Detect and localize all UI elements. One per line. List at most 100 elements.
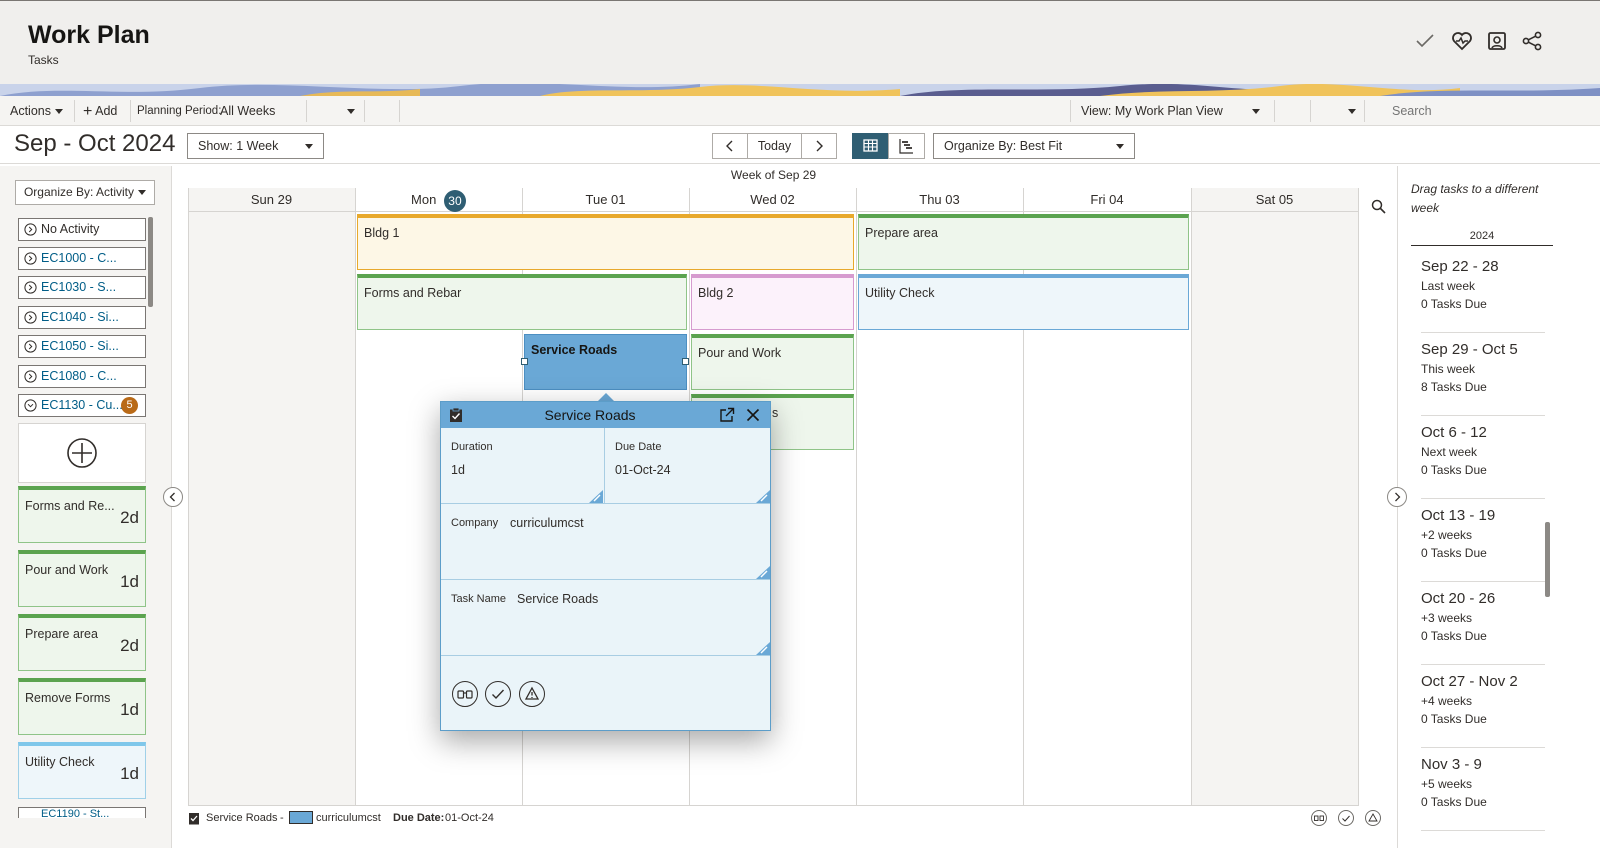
warning-icon[interactable] xyxy=(1365,810,1381,826)
page-title: Work Plan xyxy=(28,21,150,49)
company-value: curriculumcst xyxy=(510,516,584,530)
collapse-right-button[interactable] xyxy=(1387,487,1407,507)
organize-by-label: Organize By: Best Fit xyxy=(944,139,1063,153)
week-item-sep22[interactable]: Sep 22 - 28 Last week 0 Tasks Due xyxy=(1421,250,1545,333)
status-footer: Service Roads - curriculumcst Due Date: … xyxy=(188,808,1388,828)
year-label: 2024 xyxy=(1411,230,1553,246)
collapse-left-button[interactable] xyxy=(163,487,183,507)
task-bar-bldg2[interactable]: Bldg 2 xyxy=(691,274,854,330)
week-range: Oct 20 - 26 xyxy=(1421,590,1496,607)
week-relative: +5 weeks xyxy=(1421,777,1473,791)
complete-check-icon[interactable] xyxy=(485,681,511,707)
open-external-icon[interactable] xyxy=(719,407,735,423)
add-circle-icon xyxy=(67,438,97,468)
search-input[interactable] xyxy=(1392,100,1592,122)
week-relative: +4 weeks xyxy=(1421,694,1473,708)
organize-by-select[interactable]: Organize By: Best Fit xyxy=(933,133,1135,159)
day-header-fri: Fri 04 xyxy=(1023,188,1191,212)
add-task-button[interactable] xyxy=(18,423,146,483)
activity-item-ec1000[interactable]: EC1000 - C... xyxy=(18,247,146,270)
actions-menu[interactable]: Actions xyxy=(10,96,63,126)
week-relative: Next week xyxy=(1421,445,1478,459)
task-popup: Service Roads Duration 1d Due Date 01-Oc… xyxy=(440,401,771,731)
week-scrollbar[interactable] xyxy=(1545,522,1550,597)
activity-item-ec1030[interactable]: EC1030 - S... xyxy=(18,276,146,299)
link-menu-caret[interactable] xyxy=(343,96,355,126)
activity-item-ec1080[interactable]: EC1080 - C... xyxy=(18,365,146,388)
activity-item-ec1190[interactable]: EC1190 - St... xyxy=(18,807,146,818)
gantt-view-icon[interactable] xyxy=(888,133,925,159)
week-task-count: 0 Tasks Due xyxy=(1421,712,1487,726)
activity-item-no-activity[interactable]: No Activity xyxy=(18,218,146,241)
binoculars-icon[interactable] xyxy=(1311,810,1327,826)
week-range: Oct 27 - Nov 2 xyxy=(1421,673,1518,690)
company-field[interactable]: Company curriculumcst xyxy=(441,504,770,580)
close-icon[interactable] xyxy=(746,408,760,422)
week-item-sep29[interactable]: Sep 29 - Oct 5 This week 8 Tasks Due xyxy=(1421,333,1545,416)
organize-by-activity-button[interactable]: Organize By: Activity xyxy=(15,180,155,205)
week-item-oct20[interactable]: Oct 20 - 26 +3 weeks 0 Tasks Due xyxy=(1421,582,1545,665)
day-header-mon: Mon 30 xyxy=(355,188,522,212)
due-date-field[interactable]: Due Date 01-Oct-24 xyxy=(605,428,770,504)
day-header-sun: Sun 29 xyxy=(188,188,355,212)
task-bar-bldg1[interactable]: Bldg 1 xyxy=(357,214,854,270)
today-button[interactable]: Today xyxy=(747,133,802,159)
activity-scrollbar[interactable] xyxy=(148,217,153,307)
resize-handle-right[interactable] xyxy=(682,358,689,365)
chevron-right-circle-icon xyxy=(24,252,37,265)
resize-handle-left[interactable] xyxy=(521,358,528,365)
edit-icon[interactable] xyxy=(589,490,603,503)
activity-label: EC1000 - C... xyxy=(41,251,117,265)
chevron-right-circle-icon xyxy=(24,311,37,324)
edit-icon[interactable] xyxy=(756,642,770,655)
add-button[interactable]: + Add xyxy=(83,96,117,126)
check-icon[interactable] xyxy=(1413,29,1437,53)
app-header: Work Plan Tasks xyxy=(0,0,1600,84)
week-item-nov3[interactable]: Nov 3 - 9 +5 weeks 0 Tasks Due xyxy=(1421,748,1545,831)
task-bar-prepare-area[interactable]: Prepare area xyxy=(858,214,1189,270)
filter-menu-caret[interactable] xyxy=(1344,96,1356,126)
organize-by-activity-label: Organize By: Activity xyxy=(23,185,135,199)
task-name-field[interactable]: Task Name Service Roads xyxy=(441,580,770,656)
activity-item-ec1050[interactable]: EC1050 - Si... xyxy=(18,335,146,358)
task-card-utility-check[interactable]: Utility Check 1d xyxy=(18,742,146,799)
task-bar-utility-check[interactable]: Utility Check xyxy=(858,274,1189,330)
show-range-select[interactable]: Show: 1 Week xyxy=(187,133,324,159)
complete-check-icon[interactable] xyxy=(1338,810,1354,826)
health-icon[interactable] xyxy=(1450,29,1474,53)
task-card-forms-rebar[interactable]: Forms and Re... 2d xyxy=(18,486,146,543)
week-item-oct27[interactable]: Oct 27 - Nov 2 +4 weeks 0 Tasks Due xyxy=(1421,665,1545,748)
edit-icon[interactable] xyxy=(756,566,770,579)
grid-view-icon[interactable] xyxy=(852,133,889,159)
task-card-duration: 1d xyxy=(120,572,139,591)
task-card-duration: 1d xyxy=(120,764,139,783)
activity-item-ec1040[interactable]: EC1040 - Si... xyxy=(18,306,146,329)
week-task-count: 0 Tasks Due xyxy=(1421,795,1487,809)
edit-icon[interactable] xyxy=(756,490,770,503)
planning-period-value[interactable]: All Weeks xyxy=(220,96,275,126)
task-card-name: Forms and Re... xyxy=(25,499,115,513)
week-item-oct13[interactable]: Oct 13 - 19 +2 weeks 0 Tasks Due xyxy=(1421,499,1545,582)
activity-item-ec1130[interactable]: EC1130 - Cu... 5 xyxy=(18,394,146,417)
next-button[interactable] xyxy=(801,133,837,159)
footer-company: curriculumcst xyxy=(316,812,381,824)
binoculars-icon[interactable] xyxy=(452,681,478,707)
task-card-prepare-area[interactable]: Prepare area 2d xyxy=(18,614,146,671)
duration-field[interactable]: Duration 1d xyxy=(441,428,605,504)
week-range: Sep 22 - 28 xyxy=(1421,258,1499,275)
task-bar-forms-rebar[interactable]: Forms and Rebar xyxy=(357,274,687,330)
task-card-remove-forms[interactable]: Remove Forms 1d xyxy=(18,678,146,735)
task-card-name: Prepare area xyxy=(25,627,98,641)
previous-button[interactable] xyxy=(712,133,748,159)
task-bar-pour-work[interactable]: Pour and Work xyxy=(691,334,854,390)
profile-icon[interactable] xyxy=(1485,29,1509,53)
chevron-right-circle-icon xyxy=(24,340,37,353)
decorative-banner xyxy=(0,84,1600,96)
task-card-pour-work[interactable]: Pour and Work 1d xyxy=(18,550,146,607)
popup-title: Service Roads xyxy=(544,407,636,423)
view-select[interactable]: View: My Work Plan View xyxy=(1081,96,1266,126)
share-icon[interactable] xyxy=(1520,29,1544,53)
task-bar-service-roads[interactable]: Service Roads xyxy=(524,334,687,390)
week-item-oct6[interactable]: Oct 6 - 12 Next week 0 Tasks Due xyxy=(1421,416,1545,499)
warning-icon[interactable] xyxy=(519,681,545,707)
